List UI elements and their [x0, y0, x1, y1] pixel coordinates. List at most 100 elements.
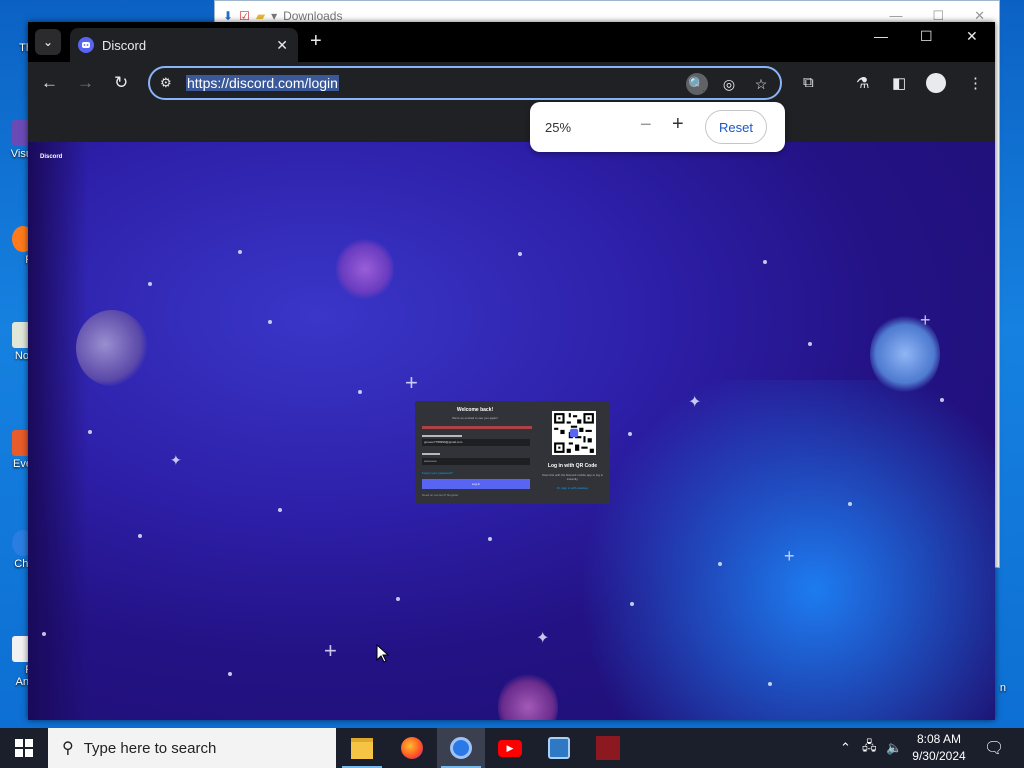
login-button[interactable]: Log In [422, 479, 530, 489]
sparkle: ✦ [536, 630, 550, 647]
close-window-button[interactable]: ✕ [966, 28, 978, 45]
star [768, 682, 772, 686]
folder-icon: ▰ [255, 9, 266, 23]
bookmarks-area [28, 106, 995, 142]
register-link[interactable]: Need an account? Register [422, 493, 458, 497]
back-button[interactable]: ← [41, 73, 58, 93]
volume-icon[interactable]: 🔈 [886, 728, 902, 768]
star [808, 342, 812, 346]
taskbar-youtube[interactable]: ▶ [486, 728, 534, 768]
sparkle: ✦ [170, 452, 182, 468]
decorative-planet [76, 310, 148, 386]
search-placeholder: Type here to search [83, 739, 217, 757]
new-tab-button[interactable]: + [310, 30, 322, 53]
star [358, 390, 362, 394]
forgot-password-link[interactable]: Forgot your password? [422, 471, 453, 475]
taskbar: ⚲ Type here to search ▶ ⌃ 🖧 🔈 8:08 AM 9/… [0, 728, 1024, 768]
star [148, 282, 152, 286]
clock-date: 9/30/2024 [912, 749, 966, 763]
discord-logo[interactable]: Discord [40, 154, 62, 160]
taskbar-file-explorer[interactable] [338, 728, 386, 768]
notification-icon[interactable]: 🗨 [984, 738, 1004, 758]
search-icon: ⚲ [62, 740, 74, 757]
tab-title: Discord [102, 37, 147, 53]
side-panel-icon[interactable]: ◧ [892, 74, 906, 92]
background-window-title: Downloads [283, 9, 343, 23]
star [238, 250, 242, 254]
reload-button[interactable]: ↻ [114, 73, 128, 93]
youtube-icon: ▶ [498, 739, 522, 757]
taskbar-search[interactable]: ⚲ Type here to search [48, 728, 336, 768]
login-heading: Welcome back! [456, 407, 494, 413]
profile-avatar[interactable] [926, 73, 946, 93]
page-content: Discord + ✦ + + + ✦ ✦ Welcome back! We'r… [28, 142, 995, 720]
address-bar[interactable]: ⚙ https://discord.com/login 🔍 ◎ ☆ [148, 66, 782, 100]
clock-time: 8:08 AM [916, 732, 962, 746]
menu-icon[interactable]: ⋮ [968, 74, 983, 92]
qr-title: Log in with QR Code [547, 463, 598, 469]
zoom-out-button[interactable]: − [640, 114, 652, 137]
taskbar-clock[interactable]: 8:08 AM 9/30/2024 [902, 731, 976, 765]
start-button[interactable] [0, 728, 48, 768]
firefox-icon [401, 737, 423, 759]
eye-off-icon[interactable]: ◎ [718, 73, 740, 95]
error-message [422, 426, 532, 429]
network-icon[interactable]: 🖧 [862, 728, 877, 768]
decorative-plant [498, 672, 558, 720]
login-subheading: We're so excited to see you again! [452, 416, 498, 420]
email-label [422, 435, 462, 437]
browser-window: ⌄ Discord ✕ + — ☐ ✕ ← → ↻ ⚙ https://disc… [28, 22, 995, 720]
desktop-icon-label: n [999, 682, 1006, 694]
login-card: Welcome back! We're so excited to see yo… [415, 401, 610, 504]
tab-strip: ⌄ Discord ✕ + — ☐ ✕ [28, 22, 995, 62]
star [718, 562, 722, 566]
passkey-link[interactable]: Or, sign in with passkey [535, 486, 610, 490]
decorative-pot [336, 238, 394, 300]
dropdown-icon: ▾ [271, 9, 278, 23]
qr-code [552, 411, 596, 455]
star [518, 252, 522, 256]
site-info-icon[interactable]: ⚙ [160, 75, 172, 91]
custom-app-icon [596, 736, 620, 760]
star [88, 430, 92, 434]
star [940, 398, 944, 402]
chrome-icon [450, 737, 472, 759]
password-field[interactable]: •••••••••••• [422, 458, 530, 465]
forward-button[interactable]: → [77, 73, 94, 93]
close-tab-icon[interactable]: ✕ [276, 37, 288, 54]
download-icon: ⬇ [223, 9, 234, 23]
taskbar-custom-app[interactable] [584, 728, 632, 768]
maximize-button[interactable]: ☐ [920, 28, 933, 45]
url-text[interactable]: https://discord.com/login [186, 75, 339, 91]
tab-search-button[interactable]: ⌄ [35, 29, 61, 55]
zoom-icon[interactable]: 🔍 [686, 73, 708, 95]
background-glow [555, 380, 995, 720]
taskbar-firefox[interactable] [388, 728, 436, 768]
checklist-icon: ☑ [239, 9, 250, 23]
taskbar-chrome[interactable] [437, 728, 485, 768]
app-icon [548, 737, 570, 759]
zoom-reset-button[interactable]: Reset [705, 110, 767, 144]
zoom-popup: 25% − + Reset [530, 102, 785, 152]
taskbar-app[interactable] [535, 728, 583, 768]
background-shade [28, 142, 88, 720]
sparkle: + [405, 370, 418, 395]
bookmark-star-icon[interactable]: ☆ [750, 73, 772, 95]
star [278, 508, 282, 512]
star [488, 537, 492, 541]
email-field[interactable]: gmaxer7789999@gmail.com [422, 439, 530, 446]
sparkle: + [920, 310, 931, 330]
tab-discord[interactable]: Discord ✕ [70, 28, 298, 62]
tray-chevron-icon[interactable]: ⌃ [840, 728, 851, 768]
star [42, 632, 46, 636]
sparkle: + [784, 546, 795, 566]
mouse-cursor [376, 644, 390, 663]
labs-icon[interactable]: ⚗ [856, 74, 869, 92]
star [848, 502, 852, 506]
zoom-in-button[interactable]: + [672, 113, 684, 136]
minimize-button[interactable]: — [874, 28, 888, 44]
sparkle: + [324, 638, 337, 663]
extensions-icon[interactable]: ⧉ [803, 74, 814, 91]
discord-icon [78, 37, 94, 53]
sparkle: ✦ [688, 394, 702, 411]
